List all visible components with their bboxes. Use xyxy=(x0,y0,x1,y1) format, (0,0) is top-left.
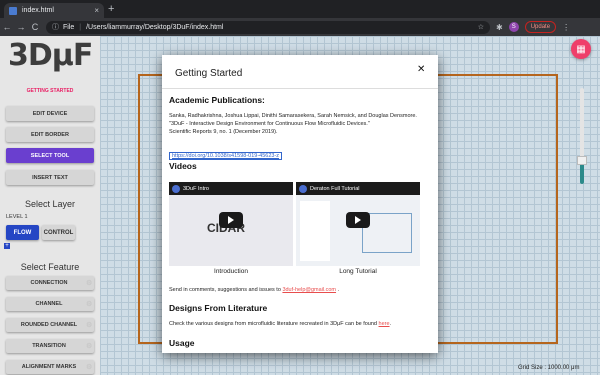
zoom-slider-handle[interactable] xyxy=(577,156,587,165)
file-label: File xyxy=(63,23,75,31)
getting-started-link[interactable]: GETTING STARTED xyxy=(0,88,100,94)
getting-started-modal: Getting Started ✕ Academic Publications:… xyxy=(162,55,438,353)
app-logo: 3DμF xyxy=(8,38,93,73)
doi-link-text[interactable]: https://doi.org/10.1038/s41598-019-45623… xyxy=(169,152,283,160)
gear-icon[interactable]: ⚙ xyxy=(86,300,92,308)
sidebar: 3DμF GETTING STARTED EDIT DEVICE EDIT BO… xyxy=(0,36,100,375)
video-title: 3DuF Intro xyxy=(183,185,209,192)
designs-heading: Designs From Literature xyxy=(169,303,268,313)
video-thumbnail: CIDAR xyxy=(169,195,293,266)
url-separator: | xyxy=(79,23,82,31)
feature-transition-button[interactable]: TRANSITION ⚙ xyxy=(6,339,94,353)
tab-title: index.html xyxy=(22,7,54,14)
channel-logo-icon xyxy=(172,184,180,193)
paper-title-text: "3DuF - Interactive Design Environment f… xyxy=(169,121,370,127)
new-tab-button[interactable]: + xyxy=(108,3,114,15)
designs-here-link[interactable]: here xyxy=(379,321,390,327)
select-feature-title: Select Feature xyxy=(20,262,80,272)
profile-avatar[interactable]: S xyxy=(508,22,519,32)
video-caption: Long Tutorial xyxy=(339,268,377,275)
browser-tab-bar: index.html × + xyxy=(0,0,600,18)
gear-icon[interactable]: ⚙ xyxy=(86,321,92,329)
gear-icon[interactable]: ⚙ xyxy=(86,363,92,371)
video-thumbnail xyxy=(296,195,420,266)
feature-label: CHANNEL xyxy=(35,301,63,307)
edit-device-button[interactable]: EDIT DEVICE xyxy=(6,106,94,121)
video-intro[interactable]: 3DuF Intro CIDAR xyxy=(169,182,293,266)
feature-rounded-channel-button[interactable]: ROUNDED CHANNEL ⚙ xyxy=(6,318,94,332)
usage-heading: Usage xyxy=(169,338,195,348)
url-field[interactable]: ⓘ File | /Users/liammurray/Desktop/3DuF/… xyxy=(46,20,490,34)
level-label: LEVEL 1 xyxy=(6,214,28,220)
send-suffix: . xyxy=(336,287,340,293)
grid-size-readout: Grid Size : 1000.00 μm xyxy=(518,365,580,371)
add-layer-button[interactable]: + xyxy=(4,243,10,249)
video-tutorial[interactable]: Deraton Full Tutorial xyxy=(296,182,420,266)
flow-layer-button[interactable]: FLOW xyxy=(6,225,39,240)
publications-heading: Academic Publications: xyxy=(169,95,265,105)
play-icon xyxy=(228,216,234,224)
insert-text-button[interactable]: INSERT TEXT xyxy=(6,170,94,185)
info-icon[interactable]: ⓘ xyxy=(52,22,59,32)
thumbnail-sidebar xyxy=(300,201,330,261)
video-top-bar: 3DuF Intro xyxy=(169,182,293,195)
close-tab-icon[interactable]: × xyxy=(94,6,99,15)
feature-label: TRANSITION xyxy=(32,343,66,349)
update-button[interactable]: Update xyxy=(524,21,557,33)
send-prefix: Send in comments, suggestions and issues… xyxy=(169,287,283,293)
feature-alignment-marks-button[interactable]: ALIGNMENT MARKS ⚙ xyxy=(6,360,94,374)
select-tool-button[interactable]: SELECT TOOL xyxy=(6,148,94,163)
grid-icon: ▦ xyxy=(576,43,586,55)
video-caption: Introduction xyxy=(214,268,248,275)
feature-label: ALIGNMENT MARKS xyxy=(21,364,77,370)
modal-header: Getting Started ✕ xyxy=(162,55,438,89)
feature-connection-button[interactable]: CONNECTION ⚙ xyxy=(6,276,94,290)
feature-label: CONNECTION xyxy=(30,280,68,286)
feature-channel-button[interactable]: CHANNEL ⚙ xyxy=(6,297,94,311)
forward-icon[interactable]: → xyxy=(14,22,28,32)
browser-tab[interactable]: index.html × xyxy=(4,3,104,18)
back-icon[interactable]: ← xyxy=(0,22,14,32)
videos-section: 3DuF Intro CIDAR Deraton Full Tutorial I… xyxy=(169,182,431,275)
designs-text-body: Check the various designs from microflui… xyxy=(169,321,379,327)
extensions-icon[interactable]: ✱ xyxy=(496,23,503,32)
send-comments-text: Send in comments, suggestions and issues… xyxy=(169,286,431,294)
videos-heading: Videos xyxy=(169,161,197,171)
control-layer-button[interactable]: CONTROL xyxy=(42,225,75,240)
bookmark-star-icon[interactable]: ☆ xyxy=(478,23,484,31)
channel-logo-icon xyxy=(299,184,307,193)
favicon-icon xyxy=(9,6,17,15)
grid-menu-button[interactable]: ▦ xyxy=(571,39,591,59)
doi-link[interactable]: https://doi.org/10.1038/s41598-019-45623… xyxy=(169,144,283,162)
modal-title: Getting Started xyxy=(175,68,243,79)
address-bar: ← → C ⓘ File | /Users/liammurray/Desktop… xyxy=(0,18,600,36)
play-button[interactable] xyxy=(219,212,243,228)
browser-menu-icon[interactable]: ⋮ xyxy=(562,23,570,32)
url-text: /Users/liammurray/Desktop/3DuF/index.htm… xyxy=(86,23,224,31)
reload-icon[interactable]: C xyxy=(28,22,42,32)
select-layer-title: Select Layer xyxy=(24,199,76,209)
play-button[interactable] xyxy=(346,212,370,228)
email-link[interactable]: 3duf-help@gmail.com xyxy=(282,287,336,293)
play-icon xyxy=(355,216,361,224)
edit-border-button[interactable]: EDIT BORDER xyxy=(6,127,94,142)
feature-label: ROUNDED CHANNEL xyxy=(20,322,78,328)
video-top-bar: Deraton Full Tutorial xyxy=(296,182,420,195)
authors-text: Sanka, Radhakrishna, Joshua Lippai, Dini… xyxy=(169,113,417,119)
close-icon[interactable]: ✕ xyxy=(417,64,425,75)
video-title: Deraton Full Tutorial xyxy=(310,185,360,192)
journal-text: Scientific Reports 9, no. 1 (December 20… xyxy=(169,129,278,135)
designs-suffix: . xyxy=(389,321,392,327)
designs-text: Check the various designs from microflui… xyxy=(169,320,431,328)
gear-icon[interactable]: ⚙ xyxy=(86,279,92,287)
gear-icon[interactable]: ⚙ xyxy=(86,342,92,350)
